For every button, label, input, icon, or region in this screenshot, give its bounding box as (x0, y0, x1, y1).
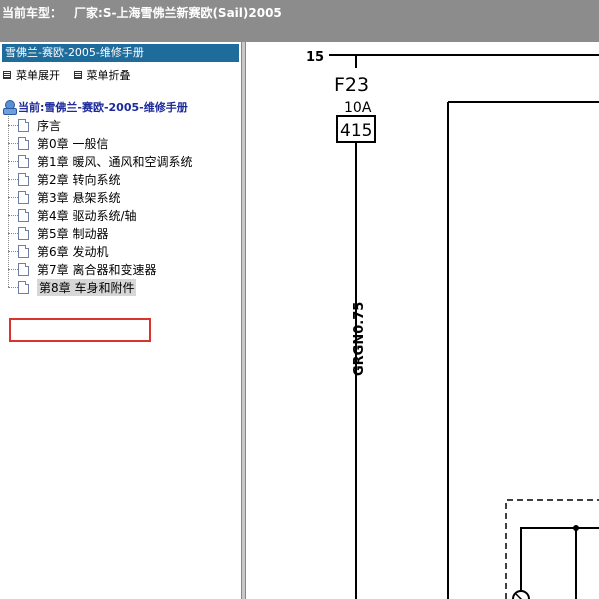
tree-item-label: 第2章 转向系统 (37, 172, 121, 187)
tree-item-chapter-5[interactable]: 第5章 制动器 (2, 224, 238, 242)
selection-highlight-box (9, 318, 151, 342)
car-model-text: 厂家:S-上海雪佛兰新赛欧(Sail)2005 (74, 6, 282, 20)
title-bar: 当前车型： 厂家:S-上海雪佛兰新赛欧(Sail)2005 (0, 0, 599, 42)
tree-item-label: 第4章 驱动系统/轴 (37, 208, 137, 223)
tree-item-chapter-3[interactable]: 第3章 悬架系统 (2, 188, 238, 206)
wire-junction (573, 525, 579, 531)
tree-item-chapter-0[interactable]: 第0章 一般信 (2, 134, 238, 152)
document-icon (18, 154, 29, 168)
wire-label: GRGN0.75 (352, 302, 367, 376)
menu-expand-button[interactable]: 菜单展开 (3, 67, 60, 83)
document-icon (18, 172, 29, 186)
fuse-rating: 10A (344, 100, 372, 116)
user-icon (2, 100, 17, 115)
document-icon (18, 136, 29, 150)
tree-item-chapter-4[interactable]: 第4章 驱动系统/轴 (2, 206, 238, 224)
menu-expand-label: 菜单展开 (16, 69, 60, 82)
tree-item-label: 第6章 发动机 (37, 244, 109, 259)
document-icon (18, 226, 29, 240)
connector-outline (505, 499, 599, 599)
tree-item-preface[interactable]: 序言 (2, 116, 238, 134)
tree-root-label: 当前:雪佛兰-赛欧-2005-维修手册 (18, 101, 188, 114)
tree-item-chapter-7[interactable]: 第7章 离合器和变速器 (2, 260, 238, 278)
tree-item-label: 第3章 悬架系统 (37, 190, 121, 205)
wiring-diagram-svg: 15 F23 10A 415 GRGN0.75 (306, 50, 599, 599)
document-icon (18, 118, 29, 132)
document-icon (18, 190, 29, 204)
tree-item-chapter-8[interactable]: 第8章 车身和附件 (2, 278, 238, 296)
fuse-name: F23 (334, 74, 369, 96)
menu-toolbar: 菜单展开 菜单折叠 (0, 67, 241, 85)
document-icon (18, 244, 29, 258)
document-icon (18, 280, 29, 294)
lamp-symbol (512, 590, 530, 599)
sidebar-title: 雪佛兰-赛欧-2005-维修手册 (2, 44, 239, 62)
circuit-number: 15 (306, 50, 324, 65)
tree-item-chapter-6[interactable]: 第6章 发动机 (2, 242, 238, 260)
tree-item-chapter-1[interactable]: 第1章 暖风、通风和空调系统 (2, 152, 238, 170)
tree-item-label: 第8章 车身和附件 (37, 278, 137, 296)
tree-item-label: 第1章 暖风、通风和空调系统 (37, 154, 193, 169)
lower-wire (520, 527, 599, 599)
tree-item-label: 第7章 离合器和变速器 (37, 262, 157, 277)
sidebar: 雪佛兰-赛欧-2005-维修手册 菜单展开 菜单折叠 当前:雪佛兰-赛欧-200… (0, 42, 241, 599)
fuse-code: 415 (340, 121, 372, 141)
document-icon (18, 262, 29, 276)
car-type-label: 当前车型： (2, 6, 63, 20)
list-icon (73, 71, 82, 79)
chapter-tree: 当前:雪佛兰-赛欧-2005-维修手册 序言 第0章 一般信 第1章 暖风、通风… (2, 98, 238, 296)
tree-item-label: 第0章 一般信 (37, 136, 109, 151)
tree-root[interactable]: 当前:雪佛兰-赛欧-2005-维修手册 (2, 98, 238, 116)
menu-collapse-button[interactable]: 菜单折叠 (73, 67, 131, 83)
menu-collapse-label: 菜单折叠 (86, 69, 131, 82)
document-icon (18, 208, 29, 222)
list-icon (3, 71, 11, 79)
tree-item-label: 序言 (37, 118, 62, 133)
tree-item-label: 第5章 制动器 (37, 226, 109, 241)
tree-item-chapter-2[interactable]: 第2章 转向系统 (2, 170, 238, 188)
wiring-diagram: 15 F23 10A 415 GRGN0.75 (246, 42, 599, 599)
